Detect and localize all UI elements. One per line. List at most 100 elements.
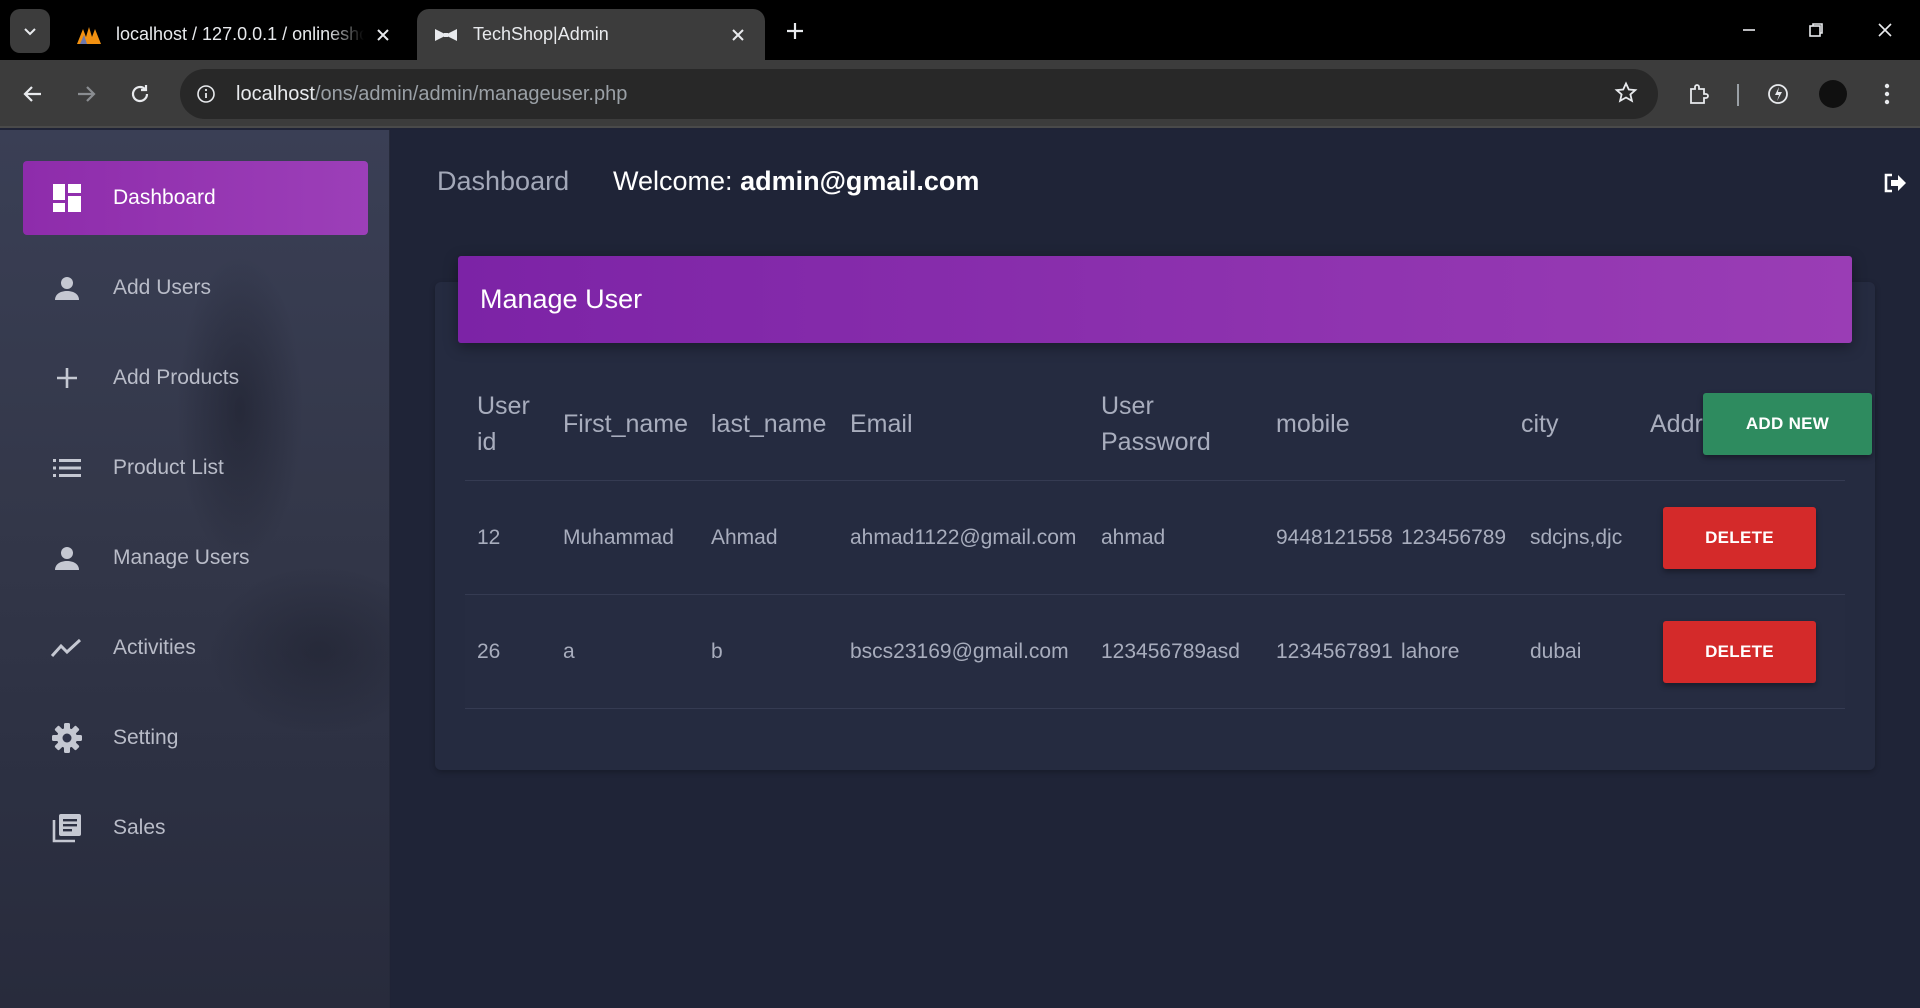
cell-password: 123456789asd: [1101, 639, 1240, 663]
column-header: mobile: [1276, 409, 1350, 438]
more-vert-icon: [1884, 83, 1890, 105]
new-tab-button[interactable]: [780, 16, 810, 46]
reload-icon: [131, 85, 149, 103]
sidebar-item-product-list[interactable]: Product List: [23, 431, 368, 505]
url-path: /ons/admin/admin/manageuser.php: [314, 82, 628, 105]
sidebar-item-add-products[interactable]: Add Products: [23, 341, 368, 415]
breadcrumb[interactable]: Dashboard: [437, 166, 569, 197]
sidebar: Dashboard Add Users Add Products Product…: [0, 130, 390, 1008]
list-icon: [47, 448, 87, 488]
manage-user-card: Manage User User id First_name last_name…: [435, 256, 1875, 770]
library-books-icon: [47, 808, 87, 848]
card-title: Manage User: [458, 256, 1852, 343]
sidebar-item-activities[interactable]: Activities: [23, 611, 368, 685]
column-header: First_name: [563, 409, 689, 438]
restore-button[interactable]: [1796, 12, 1836, 48]
arrow-right-icon: [78, 86, 96, 102]
minimize-icon: [1743, 29, 1755, 31]
avatar: [1819, 80, 1847, 108]
bowtie-favicon-icon: [433, 24, 459, 46]
phpmyadmin-favicon-icon: [76, 24, 102, 46]
welcome-text: Welcome: admin@gmail.com: [613, 166, 979, 197]
browser-toolbar: localhost/ons/admin/admin/manageuser.php: [0, 60, 1920, 128]
plus-icon: [47, 358, 87, 398]
cell-mobile: 1234567891: [1276, 639, 1393, 663]
cell-user-id: 26: [477, 639, 501, 663]
sidebar-item-label: Activities: [113, 636, 196, 659]
restore-icon: [1809, 23, 1823, 37]
logout-button[interactable]: [1880, 168, 1910, 198]
sidebar-item-label: Dashboard: [113, 186, 216, 209]
performance-button[interactable]: [1758, 74, 1798, 114]
forward-button[interactable]: [66, 74, 106, 114]
close-tab-icon[interactable]: [727, 24, 749, 46]
speed-icon: [1768, 84, 1788, 104]
sidebar-item-manage-users[interactable]: Manage Users: [23, 521, 368, 595]
sidebar-item-sales[interactable]: Sales: [23, 791, 368, 865]
reload-button[interactable]: [120, 74, 160, 114]
sidebar-item-label: Add Products: [113, 366, 240, 389]
tab-title: localhost / 127.0.0.1 / onlineshop: [116, 24, 364, 44]
delete-button[interactable]: DELETE: [1663, 621, 1816, 683]
gear-icon: [47, 718, 87, 758]
close-tab-icon[interactable]: [372, 24, 394, 46]
sidebar-item-add-users[interactable]: Add Users: [23, 251, 368, 325]
browser-tab-techshop[interactable]: TechShop|Admin: [417, 9, 765, 60]
arrow-left-icon: [23, 86, 41, 102]
bookmark-star-icon[interactable]: [1614, 81, 1638, 110]
sidebar-item-label: Add Users: [113, 276, 212, 299]
cell-last-name: b: [711, 639, 723, 663]
column-header: User id: [477, 391, 530, 456]
cell-mobile: 9448121558: [1276, 525, 1393, 549]
url-text: localhost/ons/admin/admin/manageuser.php: [236, 83, 627, 106]
sidebar-item-label: Manage Users: [113, 546, 250, 569]
close-icon: [1878, 23, 1892, 37]
toolbar-separator: [1737, 84, 1739, 106]
cell-city: 123456789: [1401, 525, 1507, 549]
site-info-icon[interactable]: [190, 78, 222, 110]
sidebar-item-label: Sales: [113, 816, 166, 839]
cell-password: ahmad: [1101, 525, 1166, 549]
dashboard-icon: [47, 178, 87, 218]
cell-last-name: Ahmad: [711, 525, 778, 549]
cell-email: bscs23169@gmail.com: [850, 639, 1069, 663]
cell-address: dubai: [1530, 639, 1582, 663]
cell-email: ahmad1122@gmail.com: [850, 525, 1077, 549]
person-icon: [47, 268, 87, 308]
cell-user-id: 12: [477, 525, 501, 549]
puzzle-icon: [1690, 84, 1709, 104]
column-header: User Password: [1101, 391, 1211, 456]
browser-tab-phpmyadmin[interactable]: localhost / 127.0.0.1 / onlineshop: [60, 9, 410, 60]
plus-icon: [787, 23, 803, 39]
table-header-row: User id First_name last_name Email User …: [465, 367, 1872, 481]
column-header: city: [1521, 409, 1559, 438]
profile-button[interactable]: [1813, 74, 1853, 114]
trending-icon: [47, 628, 87, 668]
sidebar-item-setting[interactable]: Setting: [23, 701, 368, 775]
cell-first-name: a: [563, 639, 575, 663]
delete-button[interactable]: DELETE: [1663, 507, 1816, 569]
extensions-button[interactable]: [1679, 74, 1719, 114]
close-window-button[interactable]: [1865, 12, 1905, 48]
url-host: localhost: [236, 82, 315, 105]
sidebar-item-dashboard[interactable]: Dashboard: [23, 161, 368, 235]
cell-city: lahore: [1401, 639, 1460, 663]
table-row: 12 Muhammad Ahmad ahmad1122@gmail.com ah…: [465, 481, 1845, 595]
person-icon: [47, 538, 87, 578]
column-header: Email: [850, 409, 913, 438]
browser-tab-bar: localhost / 127.0.0.1 / onlineshop TechS…: [0, 0, 1920, 60]
chevron-down-icon: [24, 28, 36, 36]
minimize-button[interactable]: [1729, 12, 1769, 48]
tab-title: TechShop|Admin: [473, 24, 609, 44]
back-button[interactable]: [13, 74, 53, 114]
main-content: Dashboard Welcome: admin@gmail.com Manag…: [391, 130, 1920, 1008]
tab-search-button[interactable]: [10, 9, 50, 53]
add-new-button[interactable]: ADD NEW: [1703, 393, 1872, 455]
browser-menu-button[interactable]: [1867, 74, 1907, 114]
user-email: admin@gmail.com: [740, 166, 980, 196]
sidebar-item-label: Product List: [113, 456, 224, 479]
welcome-label: Welcome:: [613, 166, 733, 196]
users-table: User id First_name last_name Email User …: [465, 367, 1872, 709]
address-bar[interactable]: localhost/ons/admin/admin/manageuser.php: [180, 69, 1658, 119]
sign-out-icon: [1884, 173, 1906, 193]
